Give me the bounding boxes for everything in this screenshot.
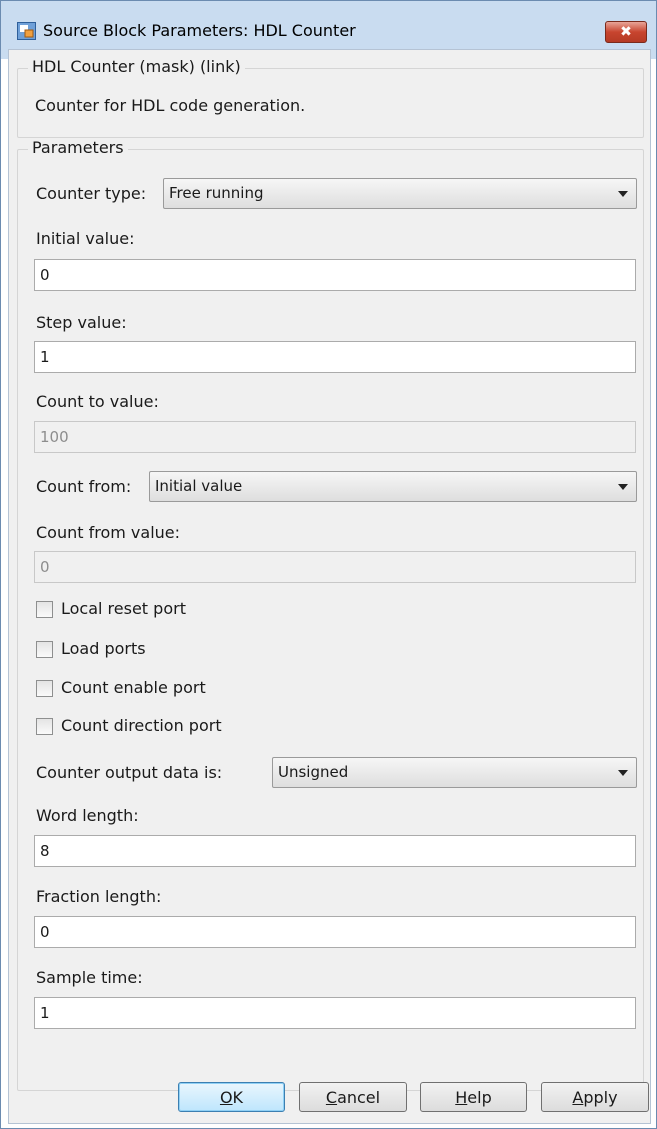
close-button[interactable]: ✖ bbox=[605, 21, 647, 43]
close-icon: ✖ bbox=[620, 24, 632, 40]
ok-button[interactable]: OK bbox=[178, 1082, 285, 1112]
dialog-window: Source Block Parameters: HDL Counter ✖ H… bbox=[0, 0, 657, 1129]
initial-value-field[interactable] bbox=[34, 259, 636, 291]
count-from-value: Initial value bbox=[155, 477, 243, 495]
sample-time-label: Sample time: bbox=[36, 968, 143, 987]
word-length-label: Word length: bbox=[36, 806, 139, 825]
fraction-length-label: Fraction length: bbox=[36, 887, 162, 906]
apply-button-label: pply bbox=[583, 1087, 618, 1107]
ok-button-label: K bbox=[232, 1087, 244, 1107]
dialog-body: HDL Counter (mask) (link) Counter for HD… bbox=[8, 49, 651, 1124]
help-button[interactable]: Help bbox=[420, 1082, 527, 1112]
description-group-label: HDL Counter (mask) (link) bbox=[28, 57, 245, 76]
cancel-button[interactable]: Cancel bbox=[299, 1082, 407, 1112]
window-title: Source Block Parameters: HDL Counter bbox=[43, 21, 356, 40]
local-reset-port-label[interactable]: Local reset port bbox=[61, 599, 186, 618]
chevron-down-icon bbox=[618, 191, 628, 197]
help-button-mnemonic: H bbox=[455, 1087, 468, 1107]
word-length-field[interactable] bbox=[34, 835, 636, 867]
cancel-button-label: ancel bbox=[337, 1087, 381, 1107]
count-to-value-field bbox=[34, 421, 636, 453]
counter-type-value: Free running bbox=[169, 184, 264, 202]
count-enable-port-checkbox[interactable] bbox=[36, 680, 53, 697]
count-from-value-field bbox=[34, 551, 636, 583]
sample-time-field[interactable] bbox=[34, 997, 636, 1029]
output-data-select[interactable]: Unsigned bbox=[272, 757, 637, 788]
count-direction-port-label[interactable]: Count direction port bbox=[61, 716, 222, 735]
counter-type-select[interactable]: Free running bbox=[163, 178, 637, 209]
fraction-length-field[interactable] bbox=[34, 916, 636, 948]
count-direction-port-checkbox[interactable] bbox=[36, 718, 53, 735]
cancel-button-mnemonic: C bbox=[325, 1087, 338, 1107]
apply-button[interactable]: Apply bbox=[541, 1082, 649, 1112]
step-value-label: Step value: bbox=[36, 313, 127, 332]
output-data-label: Counter output data is: bbox=[36, 763, 223, 782]
local-reset-port-checkbox[interactable] bbox=[36, 601, 53, 618]
description-text: Counter for HDL code generation. bbox=[35, 96, 306, 115]
simulink-block-icon bbox=[17, 22, 36, 40]
count-from-label: Count from: bbox=[36, 477, 132, 496]
initial-value-label: Initial value: bbox=[36, 229, 135, 248]
chevron-down-icon bbox=[618, 770, 628, 776]
count-to-value-label: Count to value: bbox=[36, 392, 159, 411]
help-button-label: elp bbox=[467, 1087, 492, 1107]
load-ports-checkbox[interactable] bbox=[36, 641, 53, 658]
counter-type-label: Counter type: bbox=[36, 184, 147, 203]
ok-button-mnemonic: O bbox=[219, 1087, 233, 1107]
count-from-value-label: Count from value: bbox=[36, 523, 181, 542]
description-group: HDL Counter (mask) (link) Counter for HD… bbox=[17, 57, 644, 138]
load-ports-label[interactable]: Load ports bbox=[61, 639, 146, 658]
parameters-group-label: Parameters bbox=[28, 138, 128, 157]
apply-button-mnemonic: A bbox=[572, 1087, 584, 1107]
count-from-select[interactable]: Initial value bbox=[149, 471, 637, 502]
count-enable-port-label[interactable]: Count enable port bbox=[61, 678, 206, 697]
chevron-down-icon bbox=[618, 484, 628, 490]
step-value-field[interactable] bbox=[34, 341, 636, 373]
output-data-value: Unsigned bbox=[278, 763, 349, 781]
